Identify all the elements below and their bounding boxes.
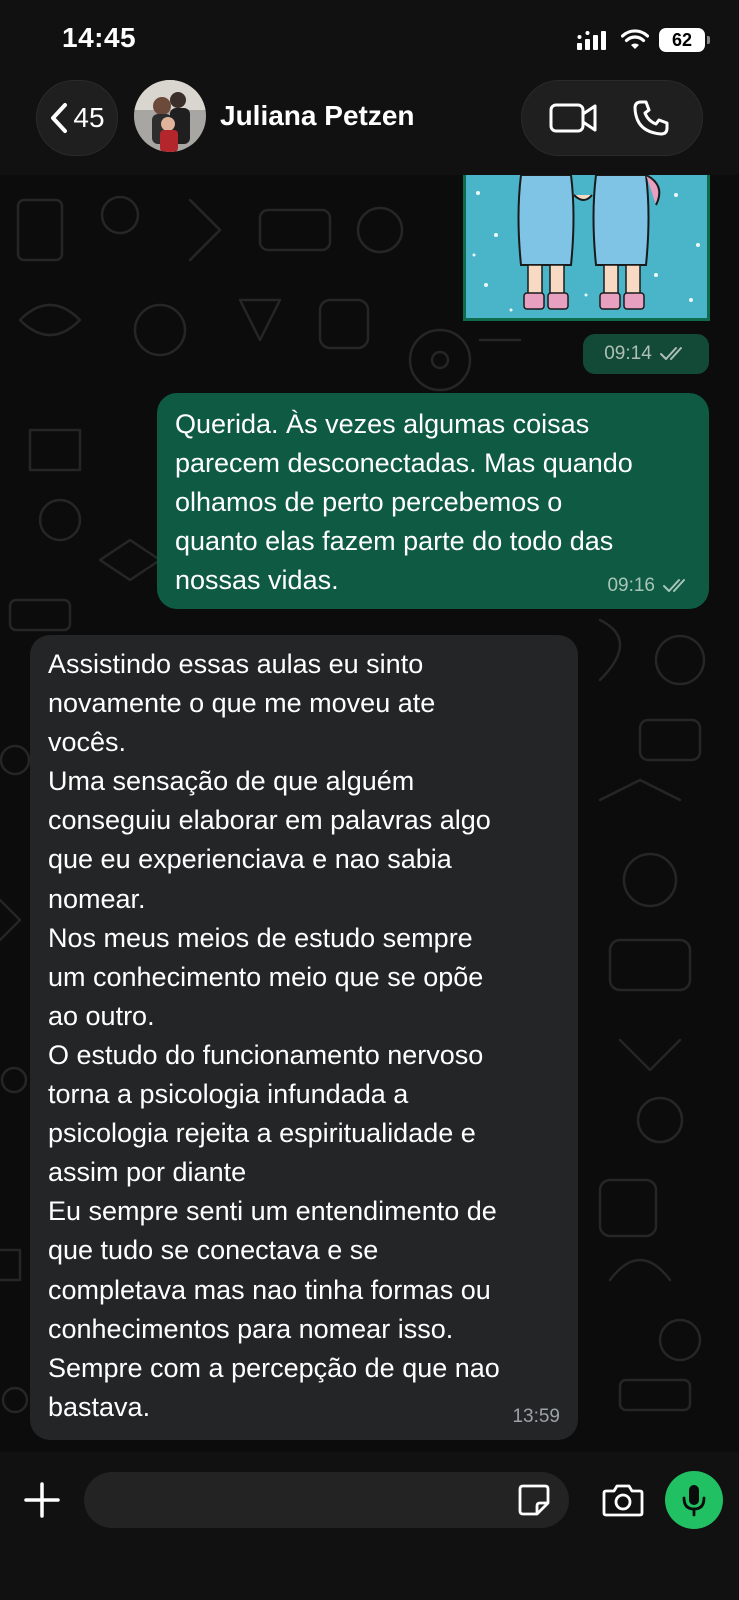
sticker-icon	[518, 1484, 550, 1516]
message-input[interactable]	[84, 1472, 569, 1528]
double-check-icon	[659, 347, 682, 360]
voice-call-button[interactable]	[621, 88, 681, 148]
message-composer	[0, 1452, 739, 1600]
back-button[interactable]: 45	[36, 80, 118, 156]
attach-button[interactable]	[18, 1476, 66, 1524]
voice-message-button[interactable]	[665, 1471, 723, 1529]
camera-icon	[602, 1484, 644, 1517]
image-message-meta: 09:14	[583, 334, 709, 374]
message-time: 09:16	[607, 575, 655, 596]
chat-header: 14:45 62 45 Juliana Petzen	[0, 0, 739, 175]
signal-icon	[577, 31, 606, 50]
plus-icon	[24, 1482, 60, 1518]
message-text: Querida. Às vezes algumas coisas parecem…	[175, 409, 633, 595]
sticker-button[interactable]	[512, 1478, 556, 1522]
battery-indicator: 62	[659, 28, 710, 52]
contact-name[interactable]: Juliana Petzen	[220, 100, 415, 132]
mic-icon	[682, 1485, 706, 1517]
message-time: 13:59	[512, 1406, 560, 1427]
camera-button[interactable]	[597, 1474, 649, 1526]
image-message[interactable]	[463, 175, 710, 321]
avatar-photo	[134, 80, 206, 152]
incoming-message[interactable]: Assistindo essas aulas eu sinto novament…	[30, 635, 578, 1440]
message-meta: 09:16	[607, 575, 691, 597]
message-time: 09:14	[604, 343, 652, 364]
message-meta: 13:59	[512, 1406, 560, 1428]
video-call-button[interactable]	[543, 88, 603, 148]
call-actions	[521, 80, 703, 156]
video-call-icon	[549, 103, 597, 133]
wifi-icon	[621, 29, 649, 49]
phone-icon	[633, 100, 669, 136]
status-icons: 62	[577, 26, 710, 54]
outgoing-message[interactable]: Querida. Às vezes algumas coisas parecem…	[157, 393, 709, 609]
chevron-left-icon	[51, 103, 68, 133]
status-time: 14:45	[62, 22, 137, 53]
unread-count: 45	[73, 102, 105, 133]
illustration-image	[466, 175, 707, 318]
double-check-icon	[663, 579, 685, 592]
avatar[interactable]	[134, 80, 206, 152]
message-text: Assistindo essas aulas eu sinto novament…	[48, 649, 500, 1422]
